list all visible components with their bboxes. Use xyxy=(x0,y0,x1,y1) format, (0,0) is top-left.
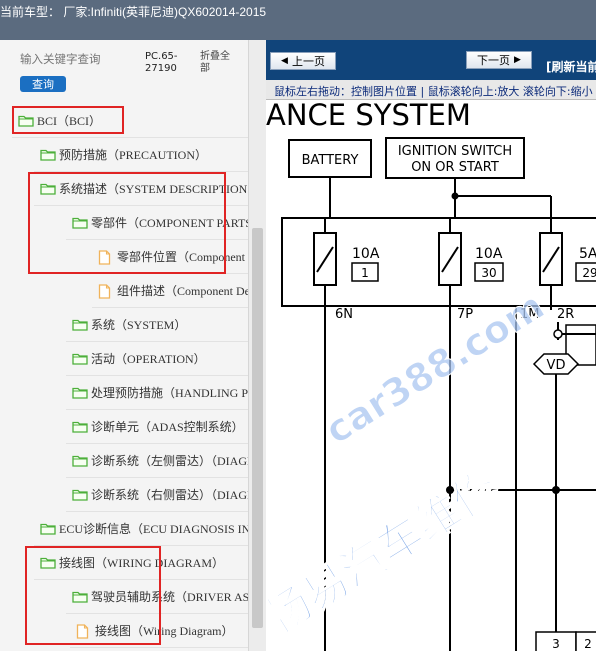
tree-separator xyxy=(66,375,248,376)
battery-label: BATTERY xyxy=(302,153,359,168)
tree-separator xyxy=(70,647,248,648)
tree-item-label: 组件描述（Component Description） xyxy=(117,283,266,298)
search-input[interactable] xyxy=(20,50,140,68)
search-area: 查询 xyxy=(20,50,140,92)
fuse-3-number: 29 xyxy=(582,266,596,280)
tree-item[interactable]: 处理预防措施（HANDLING PRECAUTION） xyxy=(72,378,266,406)
tree-item[interactable]: 诊断系统（左侧雷达）（DIAGNOSIS） xyxy=(72,446,266,474)
tree-item-label: ECU诊断信息（ECU DIAGNOSIS INFORMATION） xyxy=(59,521,266,536)
viewer-toolbar: ◀ 上一页 下一页 ▶ [刷新当前 xyxy=(266,40,596,80)
wiring-diagram[interactable]: ANCE SYSTEM BATTERY IGNITION SWITCH ON O… xyxy=(266,100,596,651)
tree-item-label: 处理预防措施（HANDLING PRECAUTION） xyxy=(91,385,266,400)
folder-icon xyxy=(72,352,88,365)
tree-item[interactable]: 诊断单元（ADAS控制系统） xyxy=(72,412,244,440)
fuse-1-amp: 10A xyxy=(352,246,380,262)
vd-label: VD xyxy=(547,358,566,373)
fuse-3-amp: 5A xyxy=(579,246,596,262)
prev-page-button[interactable]: ◀ 上一页 xyxy=(270,52,336,70)
arrow-left-icon: ◀ xyxy=(281,56,288,66)
diagram-title: ANCE SYSTEM xyxy=(266,100,471,132)
tree-item[interactable]: 组件描述（Component Description） xyxy=(98,276,266,304)
fuse-2-number: 30 xyxy=(481,266,496,280)
tree-item-label: 诊断系统（左侧雷达）（DIAGNOSIS） xyxy=(91,453,266,468)
ignition-label-1: IGNITION SWITCH xyxy=(398,144,512,159)
file-icon xyxy=(98,283,114,299)
tree-item[interactable]: ECU诊断信息（ECU DIAGNOSIS INFORMATION） xyxy=(40,514,266,542)
tree-item[interactable]: 活动（OPERATION） xyxy=(72,344,206,372)
folder-icon xyxy=(40,522,56,535)
diagram-viewer: ◀ 上一页 下一页 ▶ [刷新当前 鼠标左右拖动：控制图片位置 | 鼠标滚轮向上… xyxy=(266,40,596,651)
folder-icon xyxy=(72,386,88,399)
highlight-box xyxy=(12,106,124,134)
instruction-text: 鼠标左右拖动：控制图片位置 | 鼠标滚轮向上:放大 滚轮向下:缩小 xyxy=(274,85,593,98)
tree-item-label: 系统（SYSTEM） xyxy=(91,317,187,332)
tree-item[interactable]: 诊断系统（右侧雷达）（DIAGNOSIS） xyxy=(72,480,266,508)
tree-item[interactable]: 系统（SYSTEM） xyxy=(72,310,186,338)
folder-icon xyxy=(40,148,56,161)
folder-icon xyxy=(72,488,88,501)
connector-2r: 2R xyxy=(557,307,574,322)
ignition-label-2: ON OR START xyxy=(411,160,499,175)
highlight-box xyxy=(28,172,226,274)
fuse-1-number: 1 xyxy=(361,266,369,280)
arrow-right-icon: ▶ xyxy=(514,55,521,65)
tree-item-label: 诊断单元（ADAS控制系统） xyxy=(91,419,244,434)
tree-separator xyxy=(66,341,248,342)
scrollbar-thumb[interactable] xyxy=(252,228,263,628)
search-button[interactable]: 查询 xyxy=(20,76,66,92)
collapse-all-link[interactable]: 折叠全部 xyxy=(200,51,238,75)
top-bar: 当前车型： 厂家:Infiniti(英菲尼迪)QX602014-2015 xyxy=(0,0,596,40)
connector-6n: 6N xyxy=(335,307,353,322)
sidebar-scrollbar[interactable] xyxy=(248,40,266,651)
tree-separator xyxy=(66,477,248,478)
tree-item-label: 预防措施（PRECAUTION） xyxy=(59,147,208,162)
instruction-bar: 鼠标左右拖动：控制图片位置 | 鼠标滚轮向上:放大 滚轮向下:缩小 xyxy=(266,80,596,100)
tree-separator xyxy=(92,307,248,308)
tree-separator xyxy=(66,409,248,410)
tree-separator xyxy=(66,511,248,512)
tree-item-label: 诊断系统（右侧雷达）（DIAGNOSIS） xyxy=(91,487,266,502)
watermark-text-2: 畅易汽车维修 xyxy=(266,461,509,645)
prev-page-label: 上一页 xyxy=(291,55,325,68)
folder-icon xyxy=(72,318,88,331)
bottom-pin-2: 2 xyxy=(584,637,592,651)
folder-icon xyxy=(72,454,88,467)
vehicle-title: 当前车型： 厂家:Infiniti(英菲尼迪)QX602014-2015 xyxy=(0,5,267,19)
folder-icon xyxy=(72,420,88,433)
bottom-pin-1: 3 xyxy=(552,637,560,651)
highlight-box xyxy=(25,546,161,645)
tree-separator xyxy=(66,443,248,444)
next-page-button[interactable]: 下一页 ▶ xyxy=(466,51,532,69)
next-page-label: 下一页 xyxy=(477,54,511,67)
tree-item-label: 活动（OPERATION） xyxy=(91,351,206,366)
refresh-link[interactable]: [刷新当前 xyxy=(546,58,596,75)
pc-code: PC.65-27190 xyxy=(145,51,178,74)
tree-item[interactable]: 预防措施（PRECAUTION） xyxy=(40,140,207,168)
tree-separator xyxy=(12,137,248,138)
fuse-2-amp: 10A xyxy=(475,246,503,262)
